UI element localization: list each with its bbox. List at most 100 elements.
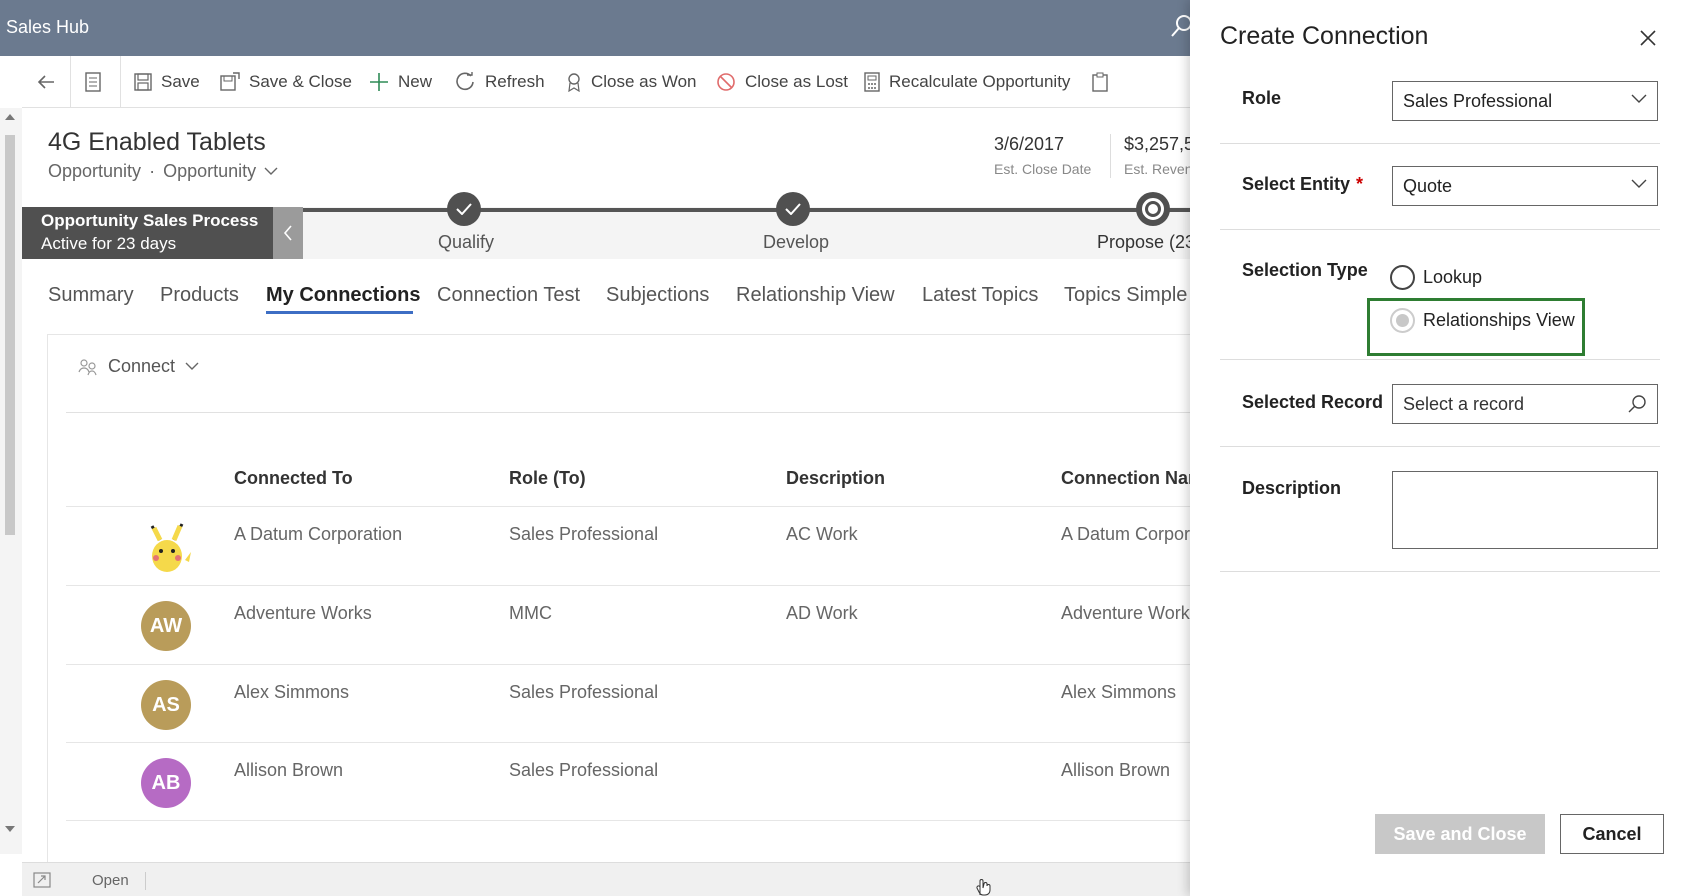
column-header-role[interactable]: Role (To) xyxy=(509,468,586,489)
row-1-description: AC Work xyxy=(786,524,858,544)
tab-my-connections[interactable]: My Connections xyxy=(266,284,420,307)
recalculate-label: Recalculate Opportunity xyxy=(889,72,1071,91)
refresh-label: Refresh xyxy=(485,72,545,91)
clipboard-button[interactable] xyxy=(1092,56,1117,108)
column-header-connection-name[interactable]: Connection Nam xyxy=(1061,468,1204,489)
close-as-lost-button[interactable]: Close as Lost xyxy=(716,56,848,108)
stage-propose-dot[interactable] xyxy=(1136,192,1170,226)
hand-cursor-icon xyxy=(975,876,991,896)
stage-develop-dot[interactable] xyxy=(776,192,810,226)
record-status: Open xyxy=(92,872,129,889)
est-close-date-field: 3/6/2017 Est. Close Date xyxy=(994,134,1091,177)
process-age: Active for 23 days xyxy=(41,234,177,253)
role-value: Sales Professional xyxy=(1403,90,1553,111)
required-marker: * xyxy=(1356,174,1364,194)
command-bar: Save Save & Close New Refresh Close as W… xyxy=(22,56,1200,108)
tab-relationship-view[interactable]: Relationship View xyxy=(736,284,895,307)
divider xyxy=(66,742,1200,743)
column-header-description[interactable]: Description xyxy=(786,468,885,489)
row-1-connected-to[interactable]: A Datum Corporation xyxy=(234,524,402,545)
create-connection-panel xyxy=(1190,0,1682,896)
role-label: Role xyxy=(1242,88,1282,108)
save-and-close-button[interactable]: Save and Close xyxy=(1375,814,1545,854)
est-revenue-value: $3,257,5 xyxy=(1124,134,1195,154)
form-selector[interactable]: Opportunity xyxy=(163,161,256,182)
save-close-button[interactable]: Save & Close xyxy=(220,56,352,108)
entity-value: Quote xyxy=(1403,175,1453,196)
stage-qualify-dot[interactable] xyxy=(447,192,481,226)
tab-summary[interactable]: Summary xyxy=(48,284,134,307)
close-as-lost-label: Close as Lost xyxy=(745,72,848,91)
app-title[interactable]: Sales Hub xyxy=(6,17,89,38)
divider xyxy=(66,820,1200,821)
radio-relationships-view[interactable]: Relationships View xyxy=(1390,308,1575,333)
close-icon[interactable] xyxy=(1640,30,1656,46)
divider xyxy=(66,412,1200,413)
row-1-role: Sales Professional xyxy=(509,524,659,544)
chevron-down-icon xyxy=(1631,179,1647,188)
role-select[interactable]: Sales Professional xyxy=(1392,81,1658,121)
new-button[interactable]: New xyxy=(369,56,432,108)
record-placeholder: Select a record xyxy=(1403,393,1525,414)
refresh-button[interactable]: Refresh xyxy=(456,56,545,108)
entity-select[interactable]: Quote xyxy=(1392,166,1658,206)
refresh-icon xyxy=(456,72,474,91)
back-button[interactable] xyxy=(36,56,65,108)
row-2-connected-to[interactable]: Adventure Works xyxy=(234,603,372,624)
cancel-button[interactable]: Cancel xyxy=(1560,814,1664,854)
record-lookup-input[interactable]: Select a record xyxy=(1392,384,1658,424)
connect-button[interactable]: Connect xyxy=(78,356,199,377)
active-tab-indicator xyxy=(266,311,413,314)
expand-icon[interactable] xyxy=(33,872,51,888)
save-button[interactable]: Save xyxy=(134,56,200,108)
stage-develop-label[interactable]: Develop xyxy=(763,232,829,253)
status-footer xyxy=(22,862,1200,896)
avatar: AS xyxy=(141,680,191,730)
connections-subgrid xyxy=(47,334,1200,874)
row-3-connected-to[interactable]: Alex Simmons xyxy=(234,682,349,703)
radio-lookup[interactable]: Lookup xyxy=(1390,265,1482,290)
form-icon xyxy=(85,72,101,92)
connect-icon xyxy=(78,358,97,375)
entity-name: Opportunity xyxy=(48,161,142,181)
chevron-down-icon xyxy=(185,362,199,370)
radio-button[interactable] xyxy=(1390,265,1415,290)
scroll-down-icon[interactable] xyxy=(5,826,15,834)
divider xyxy=(1220,446,1660,447)
column-header-connected-to[interactable]: Connected To xyxy=(234,468,353,489)
stage-qualify-label[interactable]: Qualify xyxy=(438,232,494,253)
tab-subjections[interactable]: Subjections xyxy=(606,284,709,307)
select-entity-label: Select Entity * xyxy=(1242,174,1364,194)
scroll-up-icon[interactable] xyxy=(5,112,15,120)
tab-products[interactable]: Products xyxy=(160,284,239,307)
divider xyxy=(66,664,1200,665)
tab-latest-topics[interactable]: Latest Topics xyxy=(922,284,1038,307)
row-3-role: Sales Professional xyxy=(509,682,659,702)
save-label: Save xyxy=(161,72,200,91)
tab-topics-simple[interactable]: Topics Simple xyxy=(1064,284,1187,307)
close-as-won-button[interactable]: Close as Won xyxy=(566,56,697,108)
row-1-name: A Datum Corpora xyxy=(1061,524,1201,544)
search-icon[interactable] xyxy=(1627,394,1647,414)
est-close-date-value: 3/6/2017 xyxy=(994,134,1065,154)
save-close-icon xyxy=(220,72,240,91)
recalculate-button[interactable]: Recalculate Opportunity xyxy=(864,56,1070,108)
process-flyout[interactable]: Opportunity Sales Process Active for 23 … xyxy=(22,207,273,259)
scrollbar-thumb[interactable] xyxy=(5,135,15,535)
description-textarea[interactable] xyxy=(1392,471,1658,549)
tab-connection-test[interactable]: Connection Test xyxy=(437,284,580,307)
chevron-down-icon[interactable] xyxy=(264,167,278,176)
radio-button[interactable] xyxy=(1390,308,1415,333)
record-subtitle: Opportunity · Opportunity xyxy=(48,161,278,182)
plus-icon xyxy=(370,73,388,91)
form-selector-button[interactable] xyxy=(84,56,111,108)
ribbon-icon xyxy=(568,73,580,92)
process-collapse-button[interactable] xyxy=(273,207,303,259)
selected-record-label: Selected Record xyxy=(1242,392,1384,412)
row-4-connected-to[interactable]: Allison Brown xyxy=(234,760,343,781)
stage-propose-label[interactable]: Propose (23 xyxy=(1097,232,1195,253)
divider xyxy=(1220,229,1660,230)
avatar: AW xyxy=(141,601,191,651)
divider xyxy=(66,506,1200,507)
calculator-icon xyxy=(864,72,880,92)
